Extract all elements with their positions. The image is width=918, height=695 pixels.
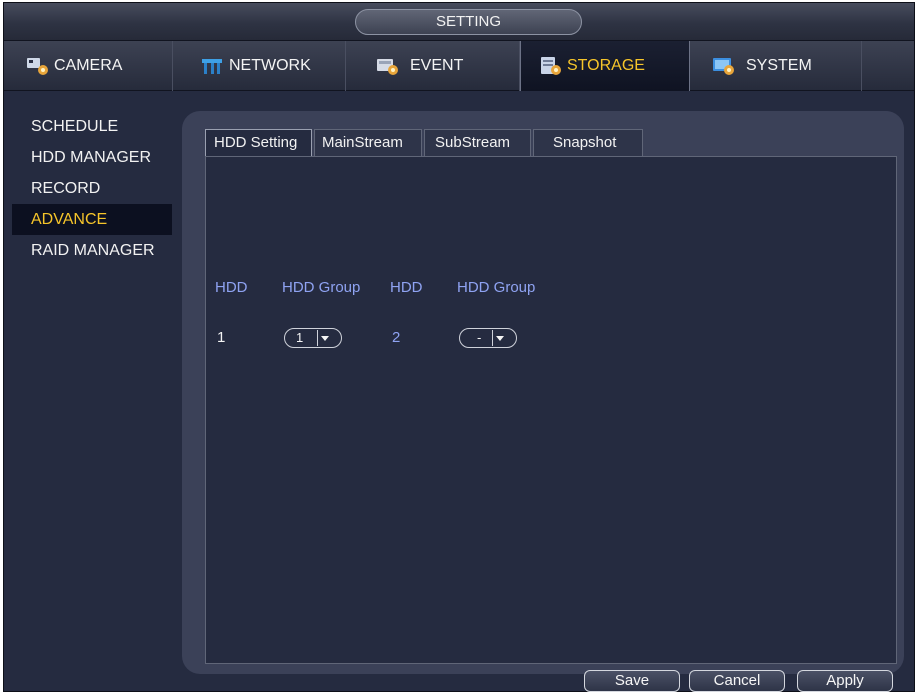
main-nav: CAMERA NETWORK EVENT STORAGE SYSTEM — [4, 41, 914, 91]
hdd-group-select-2[interactable]: - — [459, 328, 517, 348]
tab-storage[interactable]: STORAGE — [520, 41, 690, 91]
network-icon — [201, 56, 225, 76]
tab-event-label: EVENT — [410, 57, 464, 74]
tab-camera-label: CAMERA — [54, 57, 123, 74]
tab-network[interactable]: NETWORK — [173, 41, 346, 91]
save-button[interactable]: Save — [584, 670, 680, 692]
tab-storage-label: STORAGE — [567, 57, 645, 74]
chevron-down-icon[interactable] — [492, 330, 506, 346]
sidebar-item-schedule[interactable]: SCHEDULE — [12, 111, 172, 142]
tab-event[interactable]: EVENT — [346, 41, 520, 91]
sub-tab-bar: HDD Setting MainStream SubStream Snapsho… — [205, 129, 645, 157]
sidebar-item-advance[interactable]: ADVANCE — [12, 204, 172, 235]
camera-icon — [26, 56, 50, 76]
tab-substream[interactable]: SubStream — [424, 129, 531, 157]
hdd-group-value-2: - — [477, 330, 482, 345]
side-menu: SCHEDULE HDD MANAGER RECORD ADVANCE RAID… — [12, 111, 172, 266]
apply-button[interactable]: Apply — [797, 670, 893, 692]
header-hdd-1: HDD — [215, 279, 248, 296]
cancel-button[interactable]: Cancel — [689, 670, 785, 692]
sidebar-item-record[interactable]: RECORD — [12, 173, 172, 204]
hdd-setting-pane: HDD HDD Group HDD HDD Group 1 1 2 - Save… — [205, 156, 897, 692]
header-hdd-group-1: HDD Group — [282, 279, 361, 296]
tab-hdd-setting[interactable]: HDD Setting — [205, 129, 312, 157]
system-icon — [712, 56, 736, 76]
tab-camera[interactable]: CAMERA — [4, 41, 173, 91]
tab-system-label: SYSTEM — [746, 57, 812, 74]
chevron-down-icon[interactable] — [317, 330, 331, 346]
tab-mainstream[interactable]: MainStream — [314, 129, 422, 157]
event-icon — [376, 56, 400, 76]
hdd-group-value-1: 1 — [296, 330, 304, 345]
hdd-group-select-1[interactable]: 1 — [284, 328, 342, 348]
sidebar-item-raid-manager[interactable]: RAID MANAGER — [12, 235, 172, 266]
hdd-number-1: 1 — [217, 329, 226, 346]
tab-system[interactable]: SYSTEM — [690, 41, 862, 91]
tab-network-label: NETWORK — [229, 57, 311, 74]
storage-icon — [539, 56, 563, 76]
tab-snapshot[interactable]: Snapshot — [533, 129, 643, 157]
window-title: SETTING — [355, 9, 582, 35]
header-hdd-2: HDD — [390, 279, 423, 296]
sidebar-item-hdd-manager[interactable]: HDD MANAGER — [12, 142, 172, 173]
settings-window: SETTING CAMERA NETWORK EVENT STORAGE SYS… — [3, 2, 915, 692]
content-panel: HDD Setting MainStream SubStream Snapsho… — [182, 111, 904, 692]
hdd-number-2: 2 — [392, 329, 401, 346]
title-bar: SETTING — [4, 3, 914, 41]
header-hdd-group-2: HDD Group — [457, 279, 536, 296]
